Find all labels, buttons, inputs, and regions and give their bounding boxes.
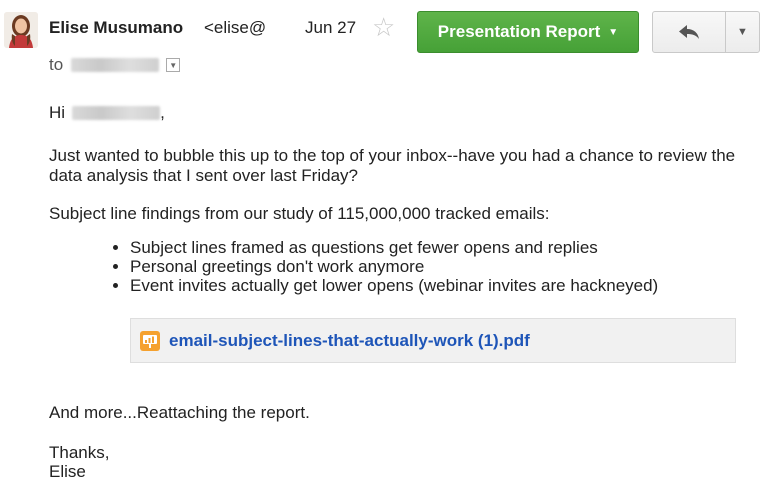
body-paragraph-3: And more...Reattaching the report. <box>49 403 310 422</box>
reply-button[interactable] <box>652 11 726 53</box>
recipient-details-dropdown[interactable]: ▼ <box>166 58 181 72</box>
greeting-line: Hi , <box>49 103 165 123</box>
more-actions-button[interactable]: ▼ <box>725 11 760 53</box>
caret-down-icon: ▼ <box>608 26 619 38</box>
list-item: Personal greetings don't work anymore <box>130 257 658 276</box>
signoff-line-2: Elise <box>49 462 86 481</box>
greeting-word: Hi <box>49 103 66 122</box>
signoff: Thanks, Elise <box>49 443 109 481</box>
body-paragraph-1: Just wanted to bubble this up to the top… <box>49 146 736 185</box>
recipients-row: to ▼ <box>49 55 181 75</box>
reply-arrow-icon <box>679 25 699 39</box>
sender-name: Elise Musumano <box>49 18 184 37</box>
attachment-filename[interactable]: email-subject-lines-that-actually-work (… <box>169 331 530 351</box>
signoff-line-1: Thanks, <box>49 443 110 462</box>
recipient-redacted <box>71 58 160 72</box>
label-button[interactable]: Presentation Report ▼ <box>417 11 639 53</box>
to-label: to <box>49 55 64 74</box>
body-paragraph-2: Subject line findings from our study of … <box>49 204 550 223</box>
recipient-name-redacted <box>72 106 161 120</box>
presentation-file-icon <box>140 330 160 351</box>
avatar-photo <box>4 12 38 48</box>
greeting-comma: , <box>160 103 165 122</box>
message-date: Jun 27 <box>305 18 357 37</box>
list-item: Event invites actually get lower opens (… <box>130 276 658 295</box>
sender-email: <elise@ <box>204 18 267 37</box>
findings-list: Subject lines framed as questions get fe… <box>113 238 658 295</box>
star-outline-icon[interactable]: ☆ <box>372 14 395 40</box>
chevron-down-icon: ▼ <box>737 26 748 38</box>
sender-avatar <box>4 12 38 48</box>
list-item: Subject lines framed as questions get fe… <box>130 238 658 257</box>
attachment-chip[interactable]: email-subject-lines-that-actually-work (… <box>130 318 736 363</box>
label-button-text: Presentation Report <box>437 22 601 41</box>
